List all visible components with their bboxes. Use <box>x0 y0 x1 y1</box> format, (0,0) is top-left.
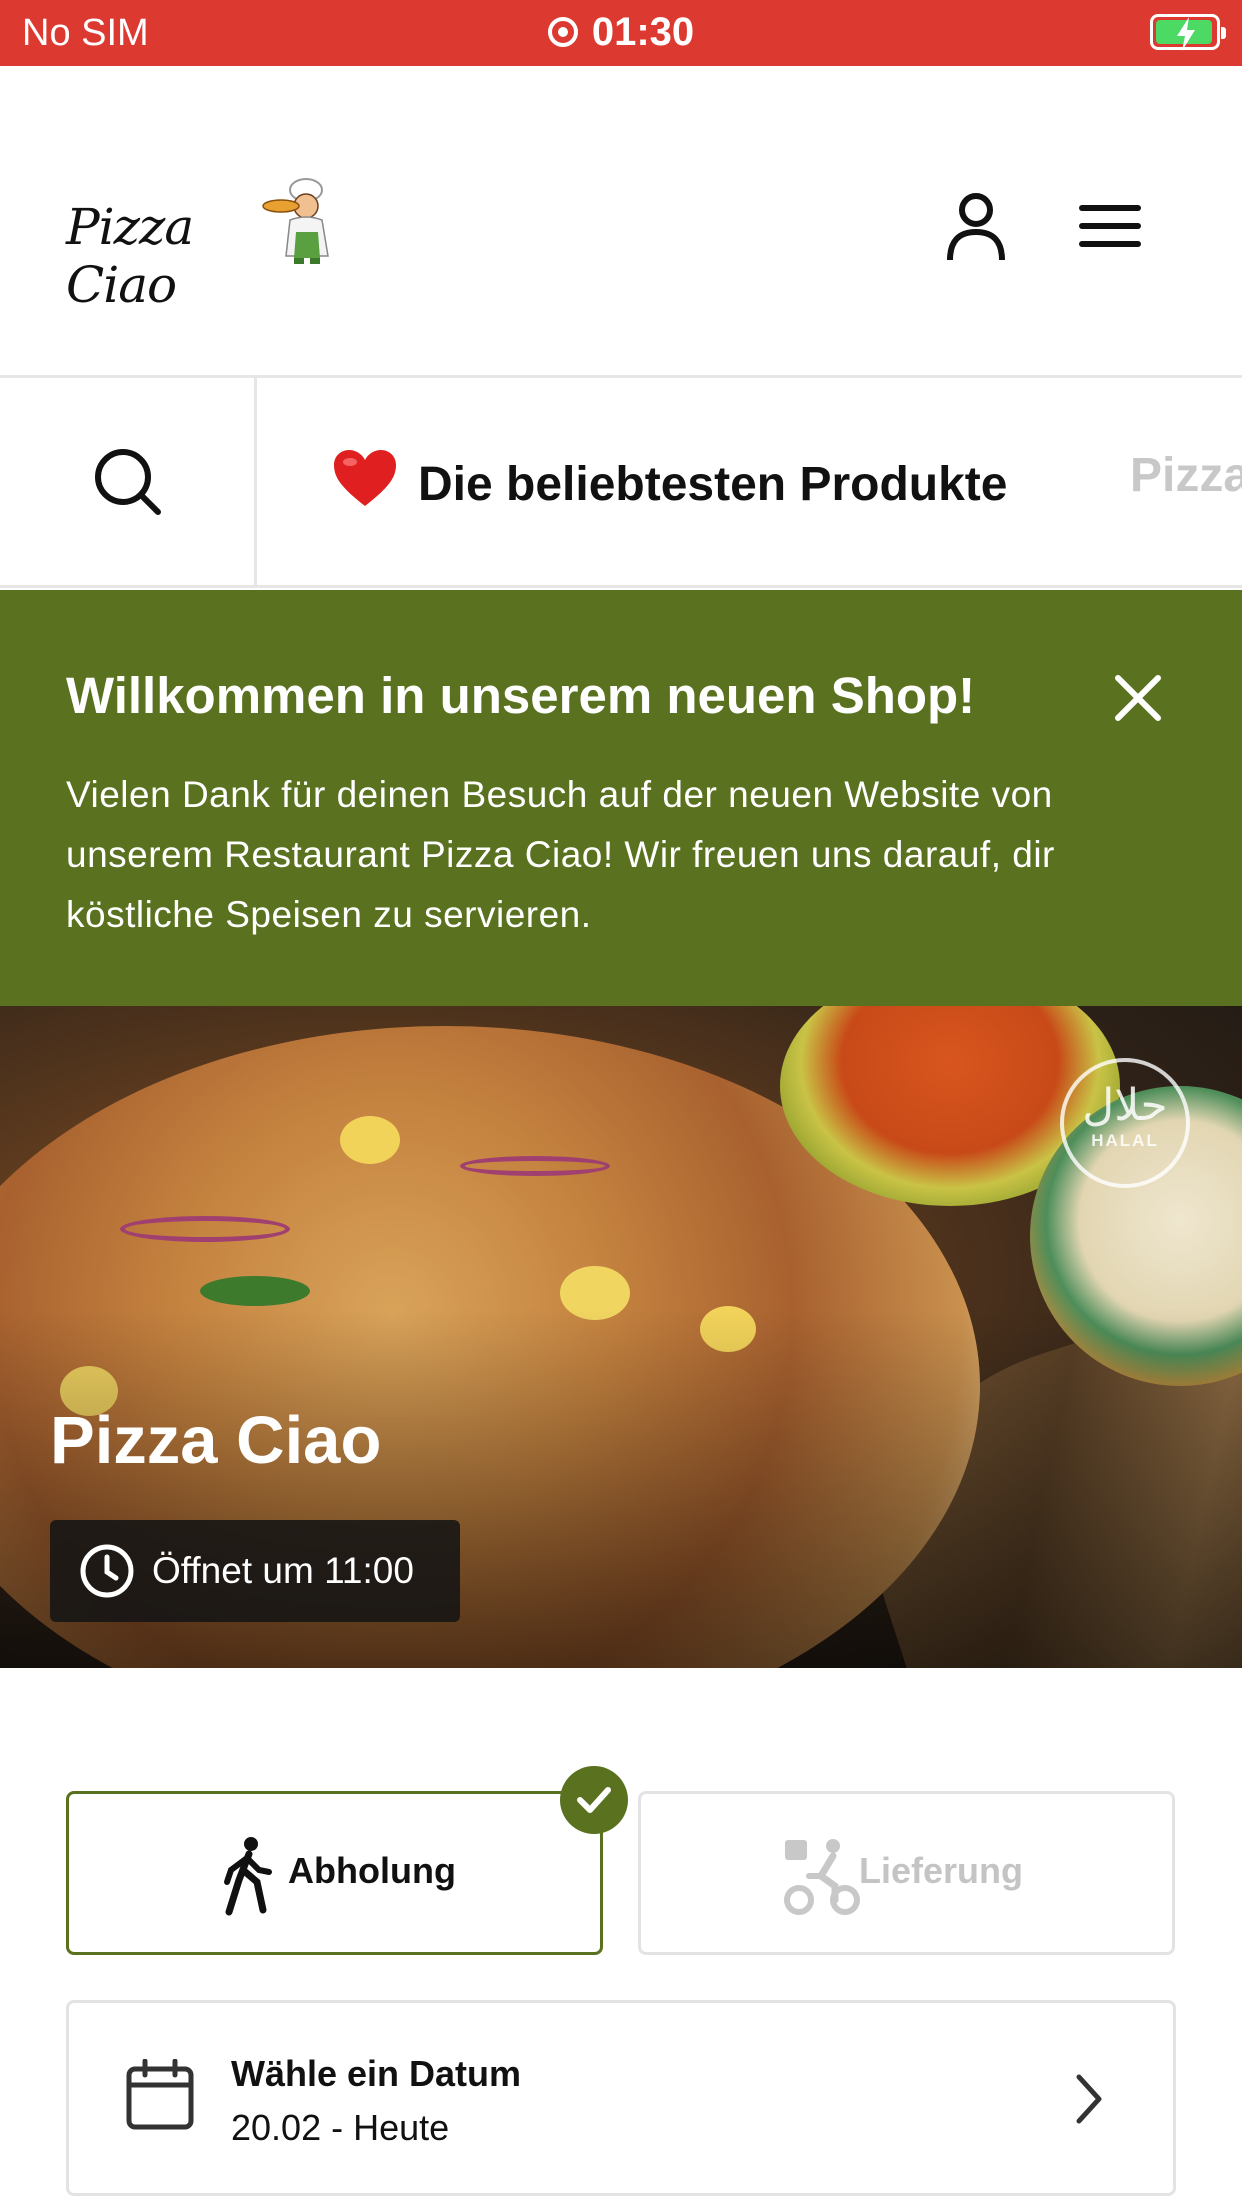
site-header: Pizza Ciao <box>0 66 1242 378</box>
opening-hours-text: Öffnet um 11:00 <box>152 1550 414 1591</box>
checkmark-icon <box>577 1787 611 1813</box>
heart-icon <box>334 450 396 506</box>
category-nav: Die beliebtesten Produkte Pizza <box>0 378 1242 588</box>
date-picker-button[interactable]: Wähle ein Datum 20.02 - Heute <box>66 2000 1176 2196</box>
bicycle-delivery-icon <box>784 1839 860 1915</box>
hero-image-topping <box>200 1276 310 1306</box>
date-picker-value: 20.02 - Heute <box>231 2107 450 2148</box>
restaurant-name: Pizza Ciao <box>50 1403 382 1478</box>
opening-hours-badge: Öffnet um 11:00 <box>50 1520 460 1622</box>
halal-badge-arabic: حلال <box>1082 1081 1168 1130</box>
user-account-icon[interactable] <box>936 186 1016 266</box>
hero-image-topping <box>460 1156 610 1176</box>
halal-badge-label: HALAL <box>1091 1131 1159 1150</box>
category-tab-pizza[interactable]: Pizza <box>1130 448 1242 503</box>
category-tab-label: Die beliebtesten Produkte <box>418 458 1008 511</box>
hero-image-topping <box>340 1116 400 1164</box>
close-icon[interactable] <box>1110 670 1166 726</box>
hamburger-menu-icon[interactable] <box>1068 186 1148 266</box>
pickup-option-button[interactable]: Abholung <box>66 1791 603 1955</box>
date-picker-label: Wähle ein Datum <box>231 2053 522 2094</box>
status-bar: No SIM 01:30 <box>0 0 1242 66</box>
delivery-option-label: Lieferung <box>859 1850 1024 1891</box>
screen-recording-icon <box>547 17 578 47</box>
selected-check-badge <box>560 1766 628 1834</box>
hero-image-topping <box>120 1216 290 1242</box>
status-time: 01:30 <box>591 10 695 54</box>
search-button[interactable] <box>0 378 257 585</box>
category-tab-label: Pizza <box>1130 449 1242 502</box>
welcome-banner-title: Willkommen in unserem neuen Shop! <box>66 667 976 724</box>
category-tab-popular[interactable]: Die beliebtesten Produkte <box>332 448 1007 512</box>
status-time-area: 01:30 <box>0 10 1242 55</box>
battery-charging-icon <box>1150 14 1226 51</box>
welcome-banner: Willkommen in unserem neuen Shop! Vielen… <box>0 590 1242 1006</box>
welcome-banner-text: Vielen Dank für deinen Besuch auf der ne… <box>66 774 1055 935</box>
chef-mascot-icon <box>262 178 329 264</box>
search-icon <box>95 449 161 515</box>
walking-person-icon <box>224 1837 272 1916</box>
halal-badge: حلال HALAL <box>1060 1058 1190 1188</box>
calendar-icon <box>126 2059 194 2130</box>
clock-icon <box>80 1544 134 1598</box>
pickup-option-label: Abholung <box>288 1850 456 1891</box>
delivery-option-button[interactable]: Lieferung <box>638 1791 1175 1955</box>
restaurant-hero: حلال HALAL Pizza Ciao Öffnet um 11:00 <box>0 1006 1242 1668</box>
pizza-ciao-logo[interactable]: Pizza Ciao <box>66 176 329 314</box>
chevron-right-icon <box>1076 2074 1102 2124</box>
